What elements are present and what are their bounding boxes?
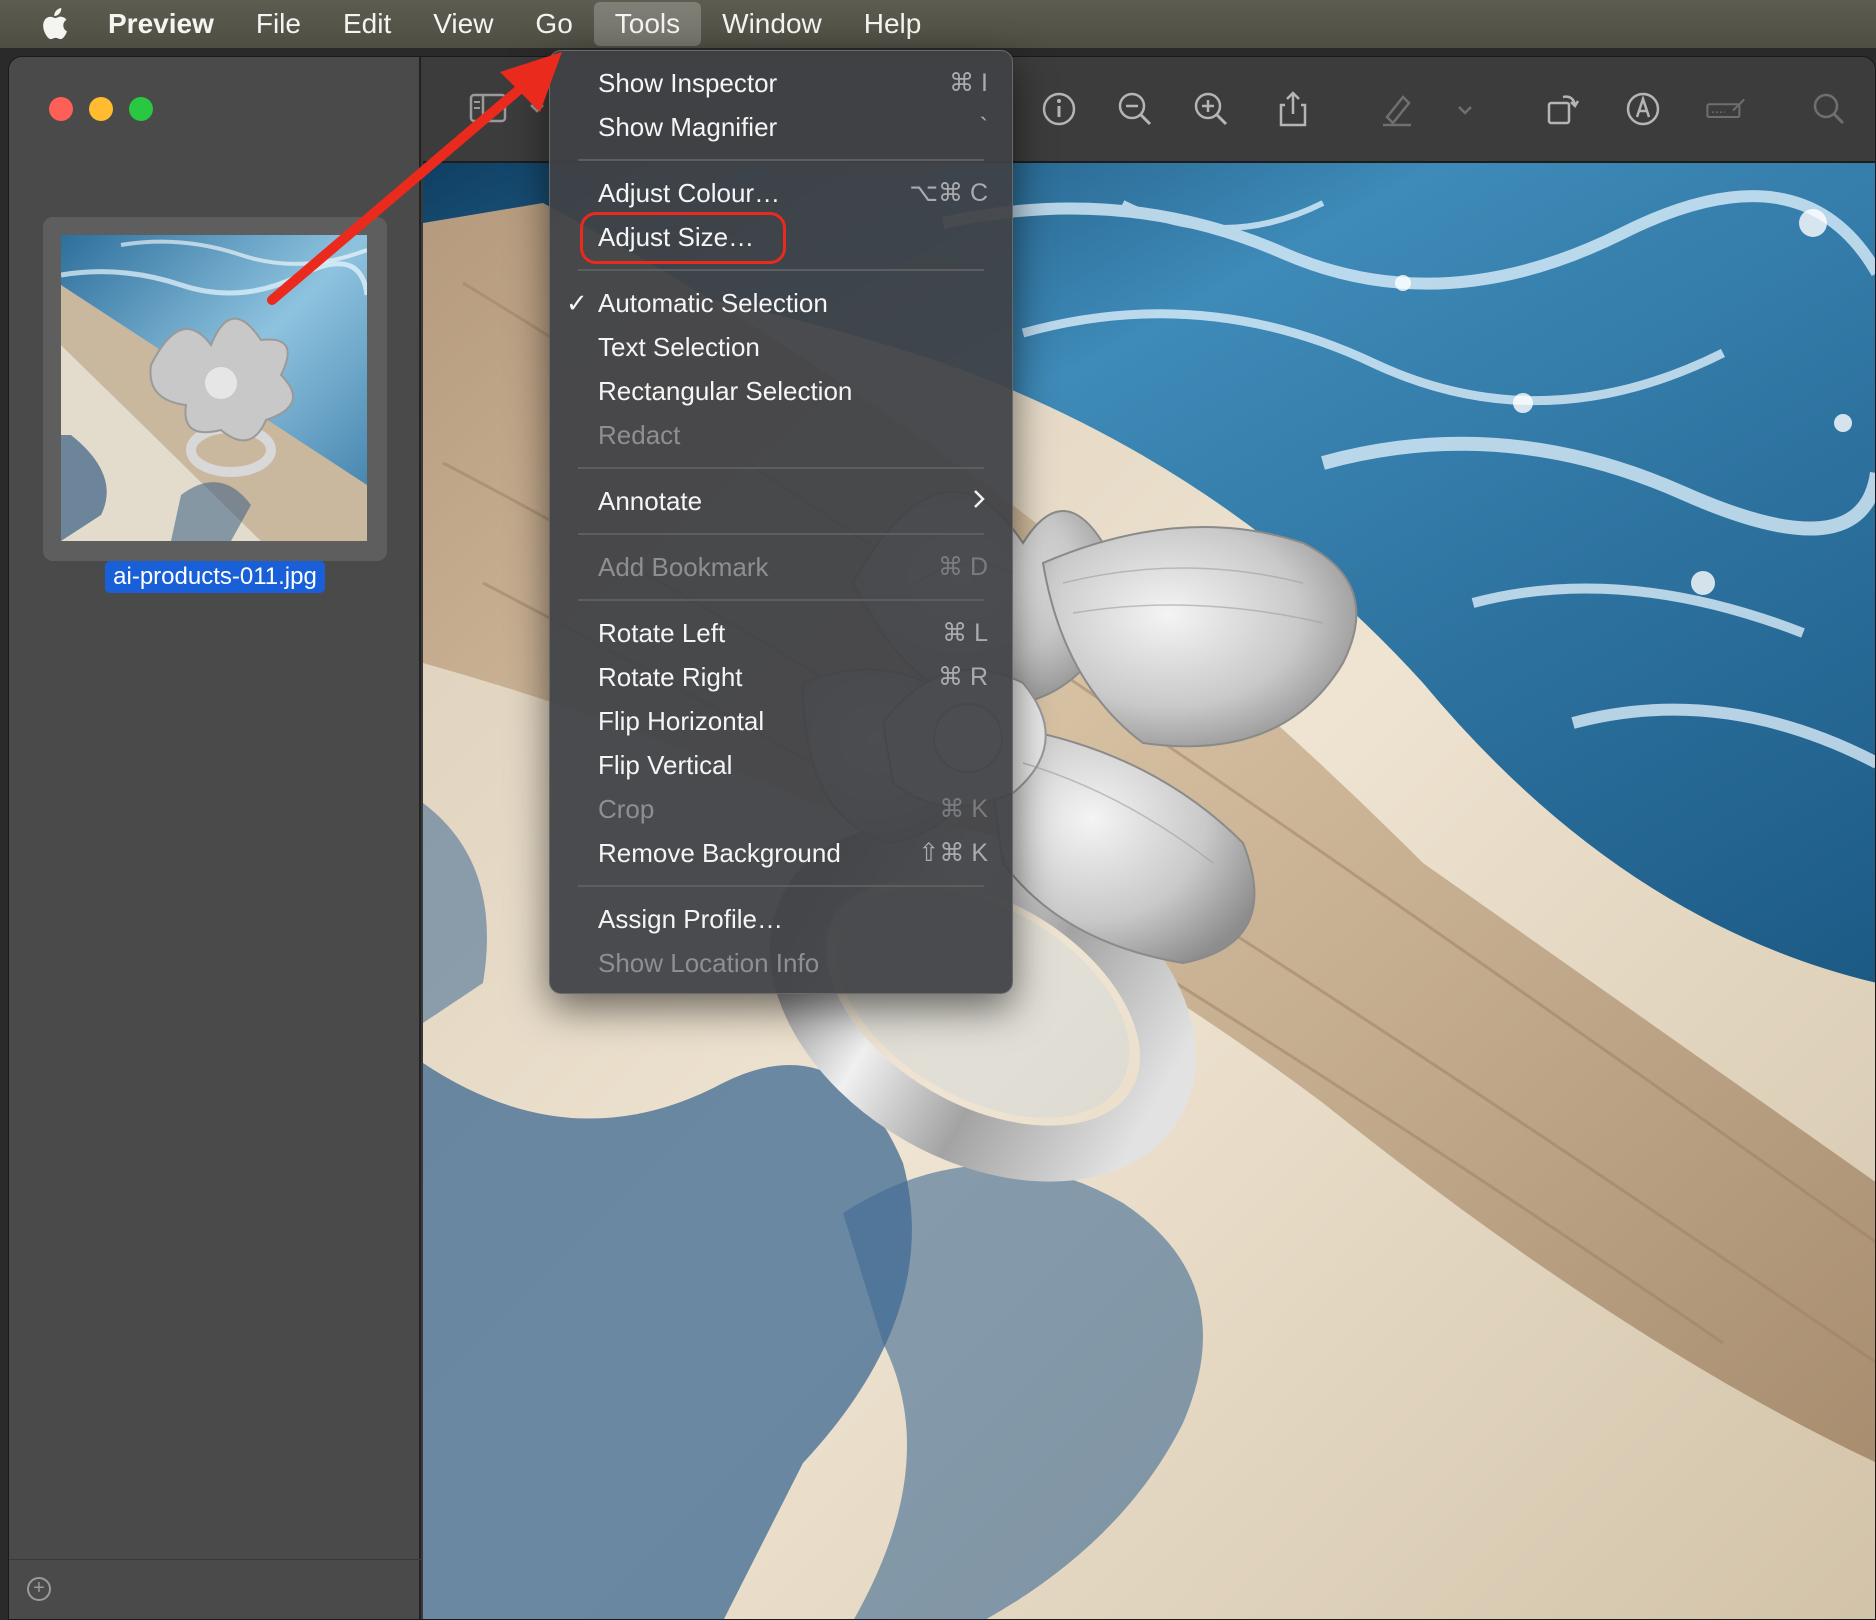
sidebar-divider [9, 1559, 421, 1560]
thumbnail-selected[interactable] [43, 217, 387, 561]
menu-item-flip-vertical[interactable]: Flip Vertical [550, 743, 1012, 787]
thumbnail-sidebar: ai-products-011.jpg + [9, 57, 421, 1619]
menu-item-label: Rotate Left [598, 617, 726, 648]
menu-item-shortcut: ⌥⌘ C [909, 179, 988, 207]
menu-separator [578, 467, 984, 469]
apple-menu-icon[interactable] [0, 0, 108, 48]
share-icon[interactable] [1269, 85, 1317, 133]
adjust-size-highlight-ring [580, 212, 786, 264]
zoom-out-icon[interactable] [1111, 85, 1159, 133]
add-page-icon[interactable]: + [27, 1577, 51, 1601]
minimize-window-button[interactable] [89, 97, 113, 121]
menu-bar: Preview File Edit View Go Tools Window H… [0, 0, 1876, 48]
menu-item-text-selection[interactable]: Text Selection [550, 325, 1012, 369]
menu-item-show-magnifier[interactable]: Show Magnifier ` [550, 105, 1012, 149]
rotate-icon[interactable] [1539, 85, 1587, 133]
menu-item-remove-background[interactable]: Remove Background ⇧⌘ K [550, 831, 1012, 875]
menu-separator [578, 269, 984, 271]
menu-window[interactable]: Window [701, 0, 843, 48]
menu-item-label: Assign Profile… [598, 903, 783, 934]
menu-item-label: Flip Vertical [598, 749, 733, 780]
menu-item-rotate-left[interactable]: Rotate Left ⌘ L [550, 611, 1012, 655]
menu-item-shortcut: ⌘ R [938, 663, 988, 691]
close-window-button[interactable] [49, 97, 73, 121]
menu-go[interactable]: Go [514, 0, 593, 48]
menu-item-shortcut: ⌘ L [942, 619, 988, 647]
menu-item-label: Remove Background [598, 837, 841, 868]
sidebar-toggle-icon[interactable] [465, 85, 513, 133]
menu-item-show-inspector[interactable]: Show Inspector ⌘ I [550, 61, 1012, 105]
menu-file[interactable]: File [235, 0, 322, 48]
menu-item-shortcut: ⌘ I [949, 69, 988, 97]
menu-item-label: Add Bookmark [598, 551, 769, 582]
menu-item-flip-horizontal[interactable]: Flip Horizontal [550, 699, 1012, 743]
sign-icon[interactable] [1701, 85, 1761, 133]
highlight-pen-icon[interactable] [1373, 85, 1421, 133]
menu-preview[interactable]: Preview [108, 0, 235, 48]
menu-item-shortcut: ` [979, 112, 988, 141]
menu-separator [578, 159, 984, 161]
menu-item-label: Rotate Right [598, 661, 743, 692]
tools-menu-dropdown: Show Inspector ⌘ I Show Magnifier ` Adju… [549, 50, 1013, 994]
menu-item-add-bookmark: Add Bookmark ⌘ D [550, 545, 1012, 589]
zoom-in-icon[interactable] [1187, 85, 1235, 133]
menu-item-label: Redact [598, 419, 681, 450]
markup-icon[interactable] [1619, 85, 1667, 133]
menu-tools[interactable]: Tools [593, 2, 702, 46]
menu-help[interactable]: Help [843, 0, 943, 48]
menu-item-label: Text Selection [598, 331, 760, 362]
menu-separator [578, 599, 984, 601]
menu-separator [578, 885, 984, 887]
zoom-window-button[interactable] [129, 97, 153, 121]
menu-item-label: Adjust Colour… [598, 177, 781, 208]
menu-item-shortcut: ⌘ K [939, 795, 988, 823]
menu-edit[interactable]: Edit [322, 0, 412, 48]
menu-item-label: Automatic Selection [598, 287, 828, 318]
menu-item-annotate[interactable]: Annotate [550, 479, 1012, 523]
menu-item-assign-profile[interactable]: Assign Profile… [550, 897, 1012, 941]
info-icon[interactable] [1035, 85, 1083, 133]
menu-item-label: Show Magnifier [598, 111, 778, 142]
thumbnail-filename[interactable]: ai-products-011.jpg [105, 561, 325, 593]
menu-item-label: Rectangular Selection [598, 375, 853, 406]
menu-item-shortcut: ⌘ D [938, 553, 988, 581]
menu-item-rotate-right[interactable]: Rotate Right ⌘ R [550, 655, 1012, 699]
menu-item-automatic-selection[interactable]: ✓ Automatic Selection [550, 281, 1012, 325]
menu-item-label: Show Location Info [598, 947, 820, 978]
menu-item-label: Crop [598, 793, 655, 824]
menu-item-rectangular-selection[interactable]: Rectangular Selection [550, 369, 1012, 413]
checkmark-icon: ✓ [566, 287, 588, 318]
chevron-right-icon [972, 486, 986, 517]
menu-item-shortcut: ⇧⌘ K [918, 839, 988, 867]
chevron-down-icon[interactable] [513, 85, 544, 133]
menu-item-label: Annotate [598, 485, 703, 516]
search-icon[interactable] [1805, 85, 1853, 133]
thumbnail-filename-wrapper: ai-products-011.jpg [9, 561, 421, 593]
menu-item-label: Show Inspector [598, 67, 778, 98]
thumbnail-image[interactable] [61, 235, 367, 541]
menu-item-crop: Crop ⌘ K [550, 787, 1012, 831]
menu-view[interactable]: View [412, 0, 514, 48]
menu-item-label: Flip Horizontal [598, 705, 765, 736]
menu-item-show-location-info: Show Location Info [550, 941, 1012, 985]
menu-item-adjust-colour[interactable]: Adjust Colour… ⌥⌘ C [550, 171, 1012, 215]
menu-separator [578, 533, 984, 535]
menu-item-redact: Redact [550, 413, 1012, 457]
highlight-options-chevron-icon[interactable] [1441, 85, 1472, 133]
